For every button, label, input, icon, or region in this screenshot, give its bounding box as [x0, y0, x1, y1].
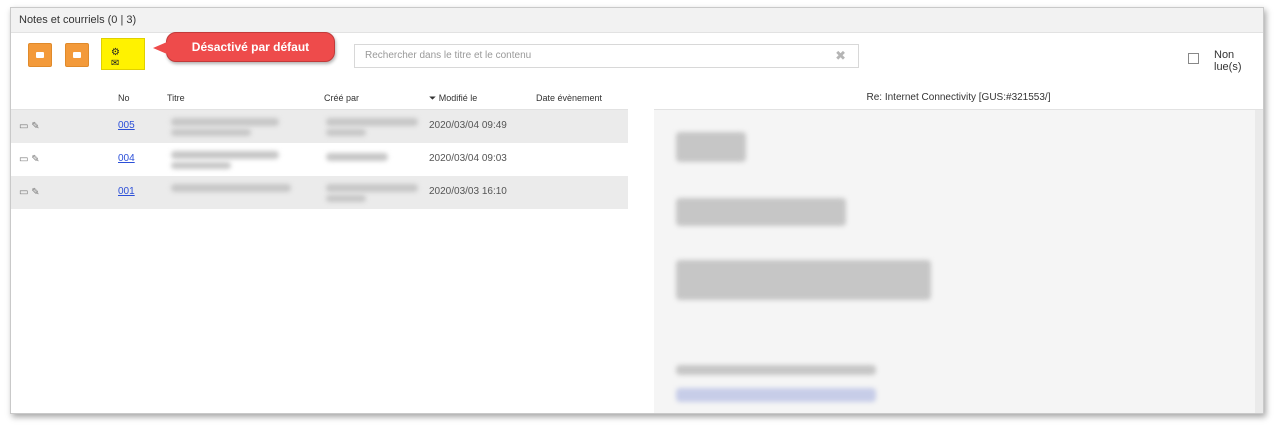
redacted-content [676, 132, 746, 162]
col-event-date[interactable]: Date évènement [536, 93, 602, 103]
redacted-author [326, 118, 418, 126]
note-number-link[interactable]: 001 [118, 186, 135, 197]
preview-body [654, 110, 1263, 413]
redacted-title [171, 184, 291, 192]
unread-label: Non lue(s) [1214, 49, 1242, 73]
note-number-link[interactable]: 005 [118, 120, 135, 131]
redacted-title [171, 129, 251, 136]
modified-date: 2020/03/04 09:49 [429, 120, 507, 131]
redacted-title [171, 118, 279, 126]
redacted-content [676, 260, 931, 300]
auto-email-button[interactable]: ⚙ ✉ [101, 38, 145, 70]
unread-checkbox[interactable] [1188, 53, 1199, 64]
row-icons: ▭ ✎ [19, 187, 40, 198]
notes-list: No Titre Créé par ⏷ Modifié le Date évèn… [11, 85, 629, 413]
callout-arrow [153, 42, 167, 54]
redacted-author [326, 129, 366, 136]
window-title: Notes et courriels (0 | 3) [19, 14, 137, 26]
settings-mail-icon: ⚙ ✉ [111, 47, 121, 69]
search-input[interactable]: Rechercher dans le titre et le contenu ✖ [354, 44, 859, 68]
modified-date: 2020/03/03 16:10 [429, 186, 507, 197]
redacted-content [676, 388, 876, 402]
table-row[interactable]: ▭ ✎ 004 2020/03/04 09:03 [11, 143, 628, 176]
pane-gap [628, 85, 654, 413]
table-row[interactable]: ▭ ✎ 005 2020/03/04 09:49 [11, 110, 628, 143]
new-email-button[interactable] [65, 43, 89, 67]
window-titlebar: Notes et courriels (0 | 3) [11, 8, 1263, 33]
redacted-content [676, 198, 846, 226]
col-no[interactable]: No [118, 93, 130, 103]
preview-title: Re: Internet Connectivity [GUS:#321553/] [866, 92, 1051, 103]
redacted-author [326, 184, 418, 192]
new-note-button[interactable] [28, 43, 52, 67]
redacted-title [171, 162, 231, 169]
note-icon [36, 52, 44, 58]
redacted-author [326, 195, 366, 202]
preview-scrollbar[interactable] [1255, 110, 1263, 413]
col-title[interactable]: Titre [167, 93, 185, 103]
row-icons: ▭ ✎ [19, 121, 40, 132]
preview-header: Re: Internet Connectivity [GUS:#321553/] [654, 85, 1263, 110]
notes-window: Notes et courriels (0 | 3) ⚙ ✉ Désactivé… [10, 7, 1264, 414]
preview-pane: Re: Internet Connectivity [GUS:#321553/] [654, 85, 1263, 413]
callout-text: Désactivé par défaut [191, 40, 310, 54]
search-placeholder: Rechercher dans le titre et le contenu [365, 50, 532, 61]
redacted-content [676, 365, 876, 375]
redacted-author [326, 153, 388, 161]
table-header: No Titre Créé par ⏷ Modifié le Date évèn… [11, 85, 628, 110]
clear-icon[interactable]: ✖ [835, 48, 846, 64]
redacted-title [171, 151, 279, 159]
modified-date: 2020/03/04 09:03 [429, 153, 507, 164]
col-created-by[interactable]: Créé par [324, 93, 359, 103]
callout-annotation: Désactivé par défaut [153, 32, 335, 62]
note-number-link[interactable]: 004 [118, 153, 135, 164]
table-row[interactable]: ▭ ✎ 001 2020/03/03 16:10 [11, 176, 628, 209]
mail-icon [73, 52, 81, 58]
col-modified[interactable]: ⏷ Modifié le [429, 93, 477, 104]
row-icons: ▭ ✎ [19, 154, 40, 165]
